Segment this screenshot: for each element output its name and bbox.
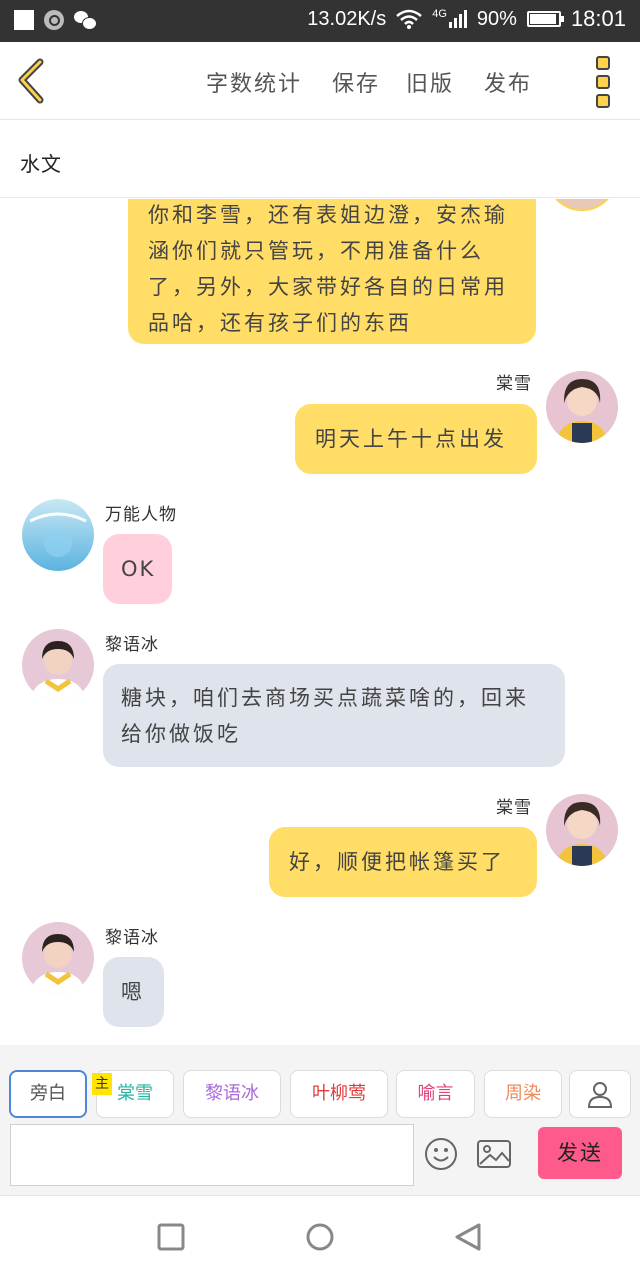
host-badge: 主	[92, 1073, 112, 1095]
speaker-name: 黎语冰	[105, 928, 159, 948]
speaker-avatar[interactable]	[546, 794, 618, 866]
battery-icon	[526, 11, 564, 27]
top-toolbar: 字数统计 保存 旧版 发布	[0, 42, 640, 120]
role-tab-yuyan[interactable]: 喻言	[396, 1070, 475, 1118]
speaker-avatar[interactable]	[22, 629, 94, 701]
speaker-name: 黎语冰	[105, 635, 159, 655]
message-bubble[interactable]: OK	[103, 534, 172, 604]
composer: 旁白 棠雪 主 黎语冰 叶柳莺 喻言 周染 发送	[0, 1045, 640, 1195]
word-count-button[interactable]: 字数统计	[206, 66, 302, 98]
battery-percent: 90%	[476, 7, 517, 30]
chat-area[interactable]: 你和李雪，还有表姐边澄，安杰瑜涵你们就只管玩，不用准备什么了，另外，大家带好各自…	[0, 199, 640, 1045]
signal-icon	[448, 10, 467, 28]
search-notification-icon	[44, 10, 64, 30]
speaker-avatar[interactable]	[22, 922, 94, 994]
message-bubble[interactable]: 糖块，咱们去商场买点蔬菜啥的，回来给你做饭吃	[103, 664, 565, 767]
role-tab-yeliuying[interactable]: 叶柳莺	[290, 1070, 388, 1118]
more-menu-icon[interactable]	[596, 56, 612, 108]
message-bubble[interactable]: 好，顺便把帐篷买了	[269, 827, 537, 897]
role-tab-liyubing[interactable]: 黎语冰	[183, 1070, 281, 1118]
notification-square-icon	[14, 10, 34, 30]
status-bar: 13.02K/s 4G 90% 18:01	[0, 0, 640, 42]
wechat-icon	[74, 11, 97, 30]
network-type: 4G	[432, 8, 447, 20]
role-tab-zhouran[interactable]: 周染	[484, 1070, 562, 1118]
role-tab-narrator[interactable]: 旁白	[9, 1070, 87, 1118]
send-button[interactable]: 发送	[538, 1127, 622, 1179]
message-bubble[interactable]: 你和李雪，还有表姐边澄，安杰瑜涵你们就只管玩，不用准备什么了，另外，大家带好各自…	[128, 199, 536, 344]
add-character-button[interactable]	[569, 1070, 631, 1118]
emoji-icon[interactable]	[424, 1137, 458, 1171]
speaker-avatar[interactable]	[22, 499, 94, 571]
speaker-avatar[interactable]	[546, 199, 618, 211]
speaker-avatar[interactable]	[546, 371, 618, 443]
back-icon[interactable]	[12, 56, 56, 106]
network-speed: 13.02K/s	[307, 7, 387, 30]
back-nav-icon[interactable]	[453, 1222, 483, 1252]
story-title-row[interactable]: 水文	[0, 120, 640, 198]
story-title: 水文	[20, 152, 62, 176]
clock: 18:01	[570, 6, 626, 31]
system-nav-bar	[0, 1195, 640, 1280]
image-icon[interactable]	[476, 1139, 512, 1169]
speaker-name: 棠雪	[496, 798, 532, 818]
message-bubble[interactable]: 嗯	[103, 957, 164, 1027]
publish-button[interactable]: 发布	[484, 66, 532, 98]
wifi-icon	[396, 9, 423, 29]
message-bubble[interactable]: 明天上午十点出发	[295, 404, 537, 474]
save-button[interactable]: 保存	[332, 66, 380, 98]
old-version-button[interactable]: 旧版	[406, 66, 454, 98]
recent-apps-icon[interactable]	[156, 1222, 186, 1252]
speaker-name: 万能人物	[105, 505, 177, 525]
speaker-name: 棠雪	[496, 374, 532, 394]
home-icon[interactable]	[305, 1222, 335, 1252]
person-icon	[587, 1082, 613, 1108]
message-input[interactable]	[10, 1124, 414, 1186]
